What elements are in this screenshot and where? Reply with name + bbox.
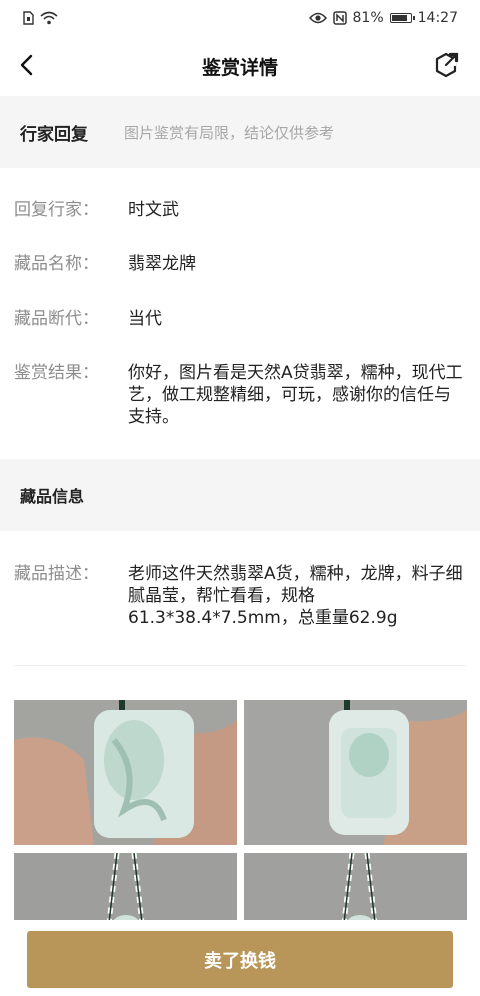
bottom-bar: 卖了换钱 [0, 920, 480, 996]
item-name-value: 翡翠龙牌 [128, 254, 196, 274]
item-info-title: 藏品信息 [20, 487, 85, 506]
photo-grid [14, 700, 467, 926]
share-icon[interactable] [432, 50, 460, 80]
sim-icon [23, 11, 34, 25]
status-bar: 81% 14:27 [0, 0, 480, 36]
wifi-icon [40, 11, 58, 25]
dating-label: 藏品断代： [14, 309, 99, 329]
expert-row: 回复行家： 时文武 [14, 199, 466, 221]
expert-label: 回复行家： [14, 200, 99, 220]
item-info-header: 藏品信息 [0, 459, 480, 531]
status-right: 81% 14:27 [308, 10, 458, 26]
dating-row: 藏品断代： 当代 [14, 308, 466, 330]
description-row: 藏品描述： 老师这件天然翡翠A货，糯种，龙牌，料子细腻晶莹，帮忙看看，规格61.… [14, 563, 466, 629]
battery-percent: 81% [352, 10, 384, 26]
expert-name: 时文武 [128, 200, 179, 220]
jade-photo-front[interactable] [14, 700, 237, 845]
dating-value: 当代 [128, 309, 162, 329]
divider [14, 665, 466, 666]
disclaimer-note: 图片鉴赏有局限，结论仅供参考 [124, 123, 335, 142]
appraisal-result-label: 鉴赏结果： [14, 363, 99, 383]
expert-reply-title: 行家回复 [20, 124, 88, 145]
sell-button[interactable]: 卖了换钱 [27, 931, 453, 988]
nfc-icon [332, 11, 347, 25]
jade-photo-back[interactable] [244, 700, 467, 845]
appraisal-result-row: 鉴赏结果： 你好，图片看是天然A贷翡翠，糯种，现代工艺，做工规整精细，可玩，感谢… [14, 362, 466, 428]
description-value: 老师这件天然翡翠A货，糯种，龙牌，料子细腻晶莹，帮忙看看，规格61.3*38.4… [128, 564, 463, 628]
header-bar: 鉴赏详情 [0, 36, 480, 96]
description-label: 藏品描述： [14, 564, 99, 584]
jade-photo-3[interactable] [14, 853, 237, 926]
eye-icon [308, 12, 327, 24]
appraisal-result-value: 你好，图片看是天然A贷翡翠，糯种，现代工艺，做工规整精细，可玩，感谢你的信任与支… [128, 363, 463, 427]
battery-icon [389, 13, 415, 23]
status-left [22, 11, 58, 25]
expert-reply-header: 行家回复 图片鉴赏有局限，结论仅供参考 [0, 96, 480, 168]
jade-photo-4[interactable] [244, 853, 467, 926]
page-title: 鉴赏详情 [201, 56, 278, 79]
item-name-row: 藏品名称： 翡翠龙牌 [14, 253, 466, 275]
chevron-left-icon[interactable] [14, 50, 42, 80]
status-time: 14:27 [417, 10, 458, 26]
item-name-label: 藏品名称： [14, 254, 99, 274]
